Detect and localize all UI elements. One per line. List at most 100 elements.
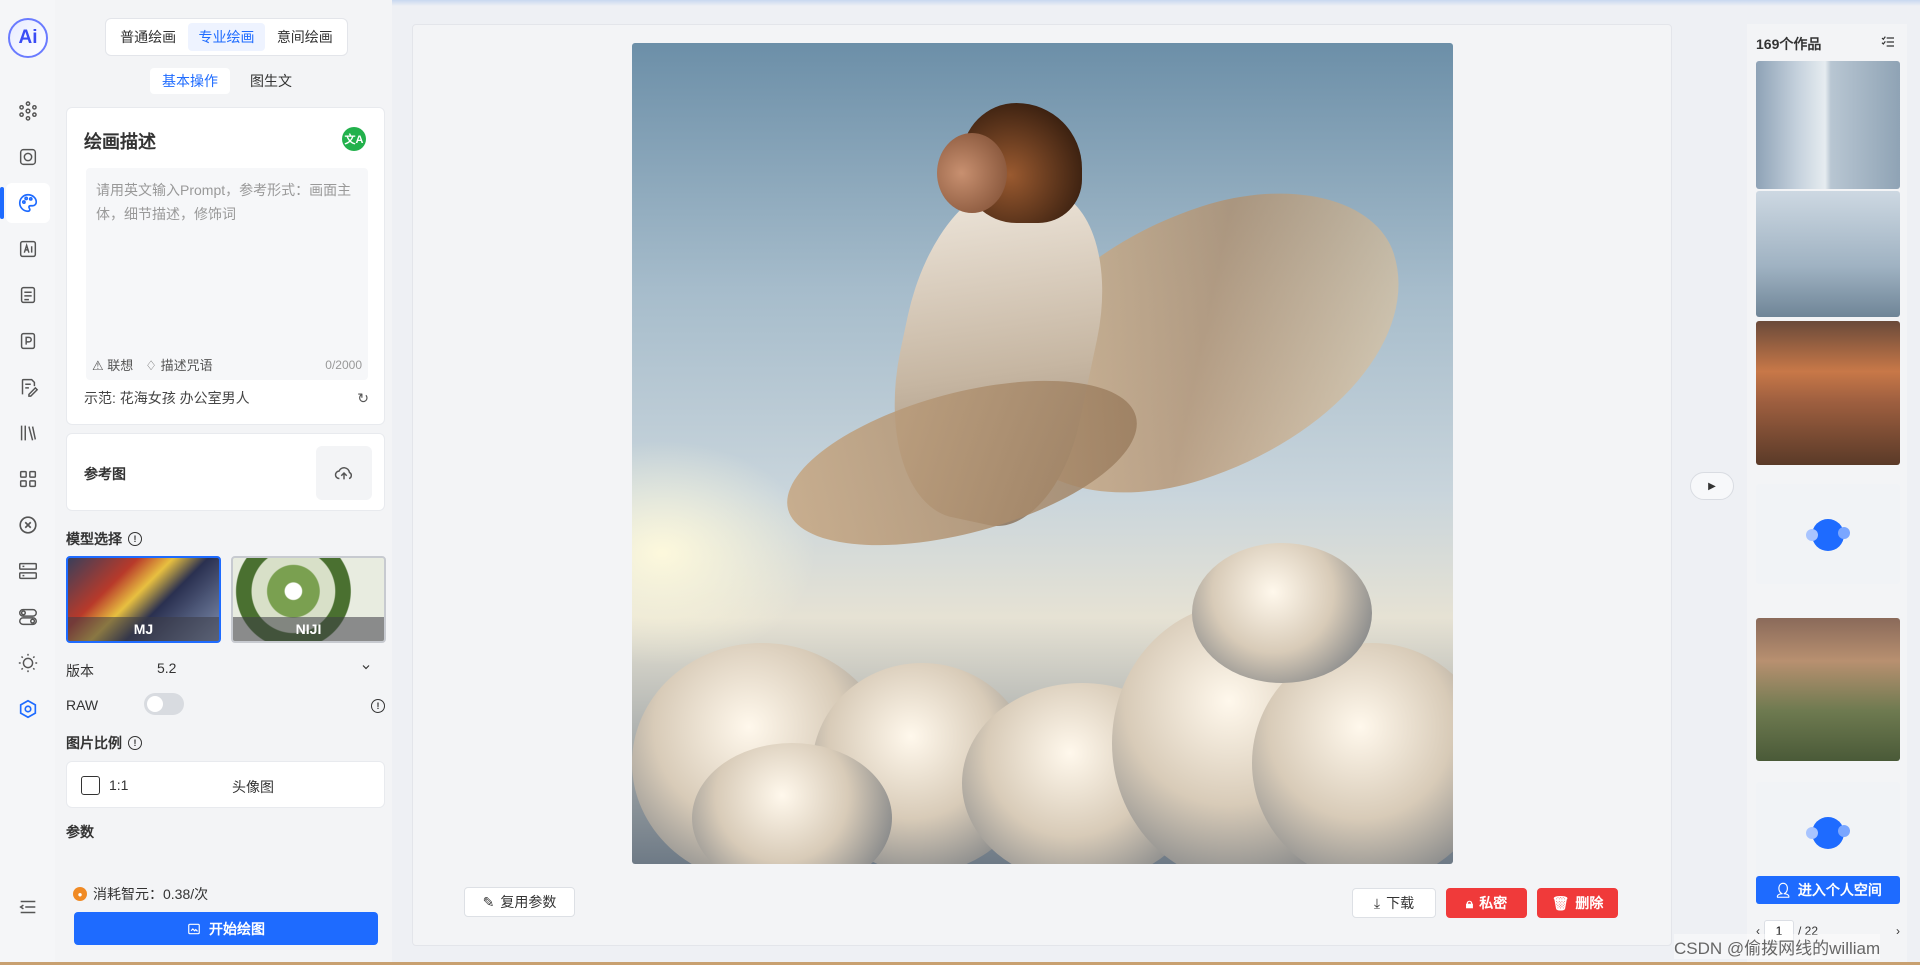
info-icon[interactable]: !	[128, 532, 142, 546]
figure-head	[937, 133, 1007, 213]
grid-icon	[19, 470, 37, 488]
gallery-thumbnail[interactable]	[1756, 191, 1900, 317]
download-icon: ⤓	[1373, 894, 1381, 911]
gallery-loading	[1756, 782, 1900, 882]
prompt-input[interactable]	[86, 168, 368, 338]
info-icon: !	[371, 699, 385, 713]
rail-item-apps[interactable]	[6, 459, 50, 499]
raw-info-icon[interactable]: !	[371, 697, 385, 713]
trash-icon: 🗑︎	[1551, 894, 1570, 911]
toggle-gallery-button[interactable]: ▶	[1690, 472, 1734, 500]
associate-button[interactable]: ⚠ 联想	[92, 355, 133, 374]
gallery-thumbnail[interactable]	[1756, 618, 1900, 761]
cost-info: ● 消耗智元：0.38/次	[73, 884, 208, 904]
list-filter-icon[interactable]	[1880, 34, 1896, 53]
next-page-icon[interactable]: ›	[1896, 924, 1900, 938]
rail-item-write[interactable]	[6, 367, 50, 407]
rail-item-chat[interactable]	[6, 137, 50, 177]
model-option-niji[interactable]: NIJI	[231, 556, 386, 643]
rail-item-paint[interactable]	[0, 183, 50, 223]
gallery-thumbnail[interactable]	[1756, 61, 1900, 189]
reference-title: 参考图	[84, 466, 126, 482]
gallery-thumbnail[interactable]	[1756, 321, 1900, 465]
model-option-mj[interactable]: MJ	[66, 556, 221, 643]
delete-button[interactable]: 🗑︎ 删除	[1537, 888, 1618, 918]
params-label: 参数	[66, 824, 94, 840]
rail-item-doc[interactable]	[6, 275, 50, 315]
sub-tabs: 基本操作 图生文	[150, 68, 304, 94]
description-card: 绘画描述 文A ⚠ 联想 ♢ 描述咒语 0/2000 示范: 花海女孩 办公室男…	[66, 107, 385, 425]
works-gallery: 169个作品 👤︎ 进入个人空间 ‹ / 22 ›	[1747, 24, 1907, 965]
panel-footer: ● 消耗智元：0.38/次 开始绘图	[55, 866, 392, 965]
app-logo[interactable]: Ai	[8, 18, 48, 58]
rail-item-open[interactable]	[6, 505, 50, 545]
user-icon: 👤︎	[1774, 881, 1792, 898]
chat-icon	[19, 148, 37, 166]
tab-normal-paint[interactable]: 普通绘画	[110, 23, 186, 51]
translate-button[interactable]: 文A	[342, 127, 366, 151]
ratio-card[interactable]: 1:1 头像图	[66, 761, 385, 808]
private-button[interactable]: 🔒︎ 私密	[1446, 888, 1527, 918]
cost-text: 消耗智元：0.38/次	[93, 886, 209, 902]
refresh-icon[interactable]: ↻	[357, 390, 369, 407]
model-label: 模型选择	[66, 531, 122, 547]
version-select[interactable]: 5.2	[157, 660, 176, 676]
chevron-down-icon[interactable]	[360, 661, 372, 676]
ratio-value: 1:1	[109, 777, 129, 793]
reference-card: 参考图	[66, 433, 385, 511]
collapse-icon	[19, 900, 36, 914]
rail-item-library[interactable]	[6, 413, 50, 453]
ai-icon	[19, 240, 37, 258]
hexagon-icon	[19, 699, 37, 719]
shirt-icon: ♢	[145, 358, 157, 373]
prompt-box: ⚠ 联想 ♢ 描述咒语 0/2000	[86, 168, 368, 380]
upload-button[interactable]	[316, 446, 372, 500]
spell-button[interactable]: ♢ 描述咒语	[145, 355, 212, 374]
tab-basic-ops[interactable]: 基本操作	[150, 68, 230, 94]
ratio-section-label: 图片比例 !	[66, 733, 142, 753]
rail-item-server[interactable]	[6, 551, 50, 591]
openai-icon	[19, 516, 37, 534]
rail-item-ppt[interactable]	[6, 321, 50, 361]
edit-icon	[21, 378, 39, 397]
start-drawing-button[interactable]: 开始绘图	[74, 912, 378, 945]
tab-yijian-paint[interactable]: 意间绘画	[267, 23, 343, 51]
library-icon	[20, 425, 37, 441]
ratio-checkbox[interactable]	[81, 776, 100, 795]
loading-spinner-icon	[1806, 817, 1850, 849]
gallery-loading	[1756, 484, 1900, 584]
loading-spinner-icon	[1806, 519, 1850, 551]
tab-image-to-text[interactable]: 图生文	[238, 68, 304, 94]
ratio-label: 图片比例	[66, 735, 122, 751]
rail-item-hex[interactable]	[6, 689, 50, 729]
gallery-title: 169个作品	[1756, 36, 1822, 52]
example-text: 示范: 花海女孩 办公室男人	[84, 390, 250, 406]
watermark: CSDN @偷拨网线的william	[1674, 934, 1881, 959]
info-icon[interactable]: !	[128, 736, 142, 750]
coin-icon: ●	[73, 887, 87, 901]
download-button[interactable]: ⤓ 下载	[1352, 888, 1436, 918]
raw-toggle[interactable]	[144, 693, 184, 715]
associate-icon: ⚠	[92, 358, 104, 373]
sun-icon	[18, 653, 38, 673]
toggles-icon	[19, 608, 37, 626]
spell-label: 描述咒语	[160, 358, 213, 373]
enter-personal-space-button[interactable]: 👤︎ 进入个人空间	[1756, 876, 1900, 904]
reuse-params-button[interactable]: ✎ 复用参数	[464, 887, 575, 917]
start-drawing-label: 开始绘图	[209, 920, 265, 937]
generated-image[interactable]	[632, 43, 1453, 864]
model-mj-label: MJ	[68, 617, 219, 641]
version-label: 版本	[66, 663, 94, 679]
char-count: 0/2000	[325, 357, 362, 372]
mode-tabs: 普通绘画 专业绘画 意间绘画	[105, 18, 348, 56]
description-title: 绘画描述	[84, 132, 156, 152]
rail-item-collapse[interactable]	[6, 887, 50, 927]
server-icon	[19, 562, 37, 580]
rail-item-theme[interactable]	[6, 643, 50, 683]
rail-item-model[interactable]	[6, 91, 50, 131]
delete-label: 删除	[1575, 895, 1604, 911]
model-niji-label: NIJI	[233, 617, 384, 641]
rail-item-toggle[interactable]	[6, 597, 50, 637]
tab-pro-paint[interactable]: 专业绘画	[188, 23, 265, 51]
rail-item-ai[interactable]	[6, 229, 50, 269]
